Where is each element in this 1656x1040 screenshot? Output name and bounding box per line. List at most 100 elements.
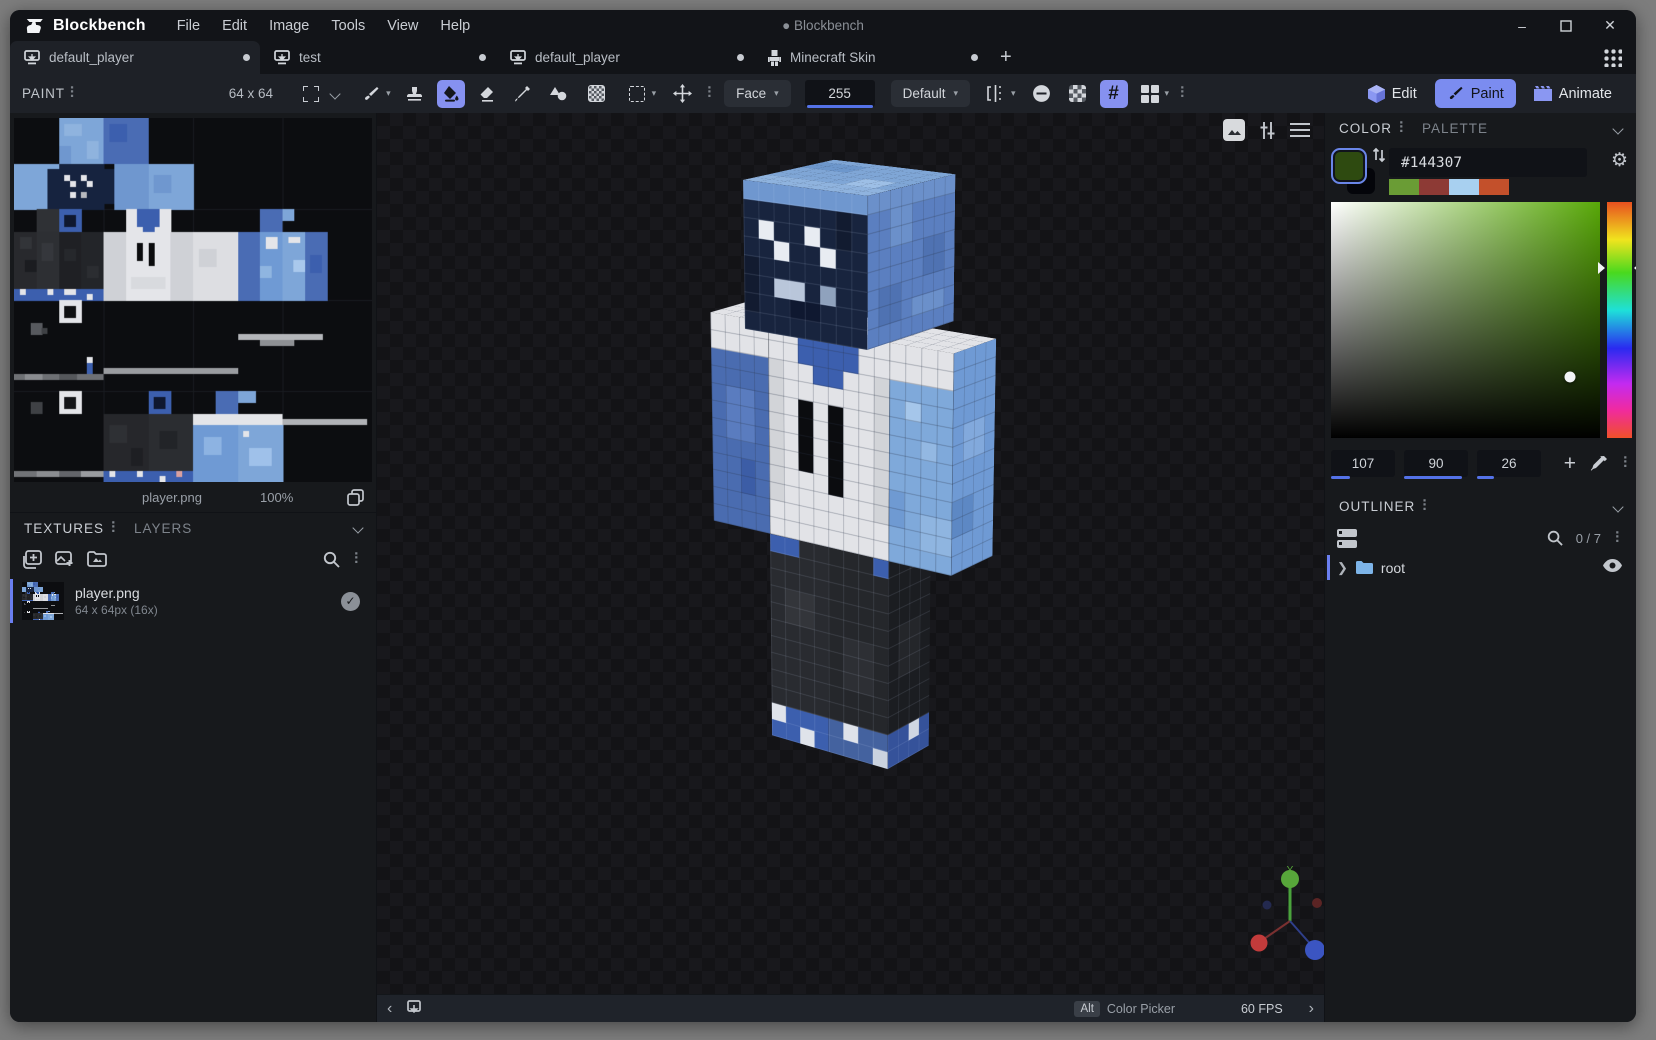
blend-mode-dropdown[interactable]: Default▾ [891, 80, 970, 107]
face-dropdown[interactable]: Face▾ [724, 80, 791, 107]
move-tool[interactable] [668, 80, 696, 108]
fullscreen-icon[interactable] [297, 80, 325, 108]
search-icon[interactable] [323, 551, 340, 568]
hue-input[interactable] [1331, 450, 1395, 477]
opacity-value-field[interactable] [805, 80, 875, 107]
textures-options-icon[interactable] [110, 523, 120, 534]
arm-near-side-face[interactable] [951, 339, 996, 576]
picker-cursor[interactable] [1565, 371, 1576, 382]
pixel-grid-toggle[interactable] [1064, 80, 1092, 108]
project-tab-default_player[interactable]: default_player [10, 41, 260, 74]
create-texture-icon[interactable] [55, 551, 74, 568]
toolbar-overflow-icon[interactable] [1179, 88, 1189, 99]
outliner-title[interactable]: OUTLINER [1339, 499, 1431, 514]
saturation-value-slider[interactable] [1404, 476, 1462, 479]
visibility-eye-icon[interactable] [1603, 559, 1622, 577]
minimize-button[interactable]: – [1502, 13, 1542, 39]
app-grid-icon[interactable] [1603, 48, 1622, 67]
gear-icon[interactable]: ⚙ [1611, 149, 1628, 172]
project-tab-minecraft-skin[interactable]: Minecraft Skin [754, 41, 988, 74]
saturation-input[interactable] [1404, 450, 1468, 477]
unsaved-dot-icon[interactable] [971, 54, 978, 61]
gradient-tool[interactable] [583, 80, 611, 108]
mode-paint-button[interactable]: Paint [1435, 79, 1516, 108]
eraser-tool[interactable] [473, 80, 501, 108]
menu-file[interactable]: File [166, 13, 211, 39]
outliner-more-icon[interactable] [1614, 533, 1624, 544]
head-side-face[interactable] [867, 174, 955, 350]
copy-icon[interactable] [347, 489, 364, 506]
background-image-icon[interactable] [1223, 119, 1245, 141]
texture-preview-canvas[interactable] [14, 118, 372, 482]
head-front-face[interactable] [743, 180, 867, 350]
eyedropper-icon[interactable] [1590, 455, 1608, 473]
tab-layers[interactable]: LAYERS [134, 521, 192, 536]
leg-left-front-face[interactable] [770, 534, 829, 752]
color-picker-tool[interactable] [509, 80, 537, 108]
brush-tool[interactable] [357, 80, 385, 108]
hex-color-field[interactable] [1389, 148, 1587, 177]
reference-image-icon[interactable] [87, 551, 107, 568]
lock-alpha-toggle[interactable] [1028, 80, 1056, 108]
value-value-field[interactable] [1477, 450, 1541, 477]
uv-window-toggle[interactable] [1136, 80, 1164, 108]
panel-collapse-icon[interactable] [352, 522, 363, 533]
menu-edit[interactable]: Edit [211, 13, 258, 39]
stamp-tool[interactable] [401, 80, 429, 108]
swap-colors-icon[interactable] [1371, 146, 1387, 169]
import-texture-icon[interactable] [23, 550, 42, 569]
saturation-value-field[interactable] [1404, 450, 1468, 477]
opacity-slider[interactable] [807, 105, 873, 108]
uv-caret-icon[interactable]: ▾ [1165, 88, 1170, 99]
menu-view[interactable]: View [376, 13, 429, 39]
leg-right-side-face[interactable] [888, 542, 931, 769]
painting-grid-toggle[interactable]: # [1100, 80, 1128, 108]
viewport-3d[interactable]: Y ‹ Alt Color Picker 60 FPS › [377, 113, 1324, 1022]
prev-chevron-icon[interactable]: ‹ [387, 1000, 392, 1018]
menu-tools[interactable]: Tools [320, 13, 376, 39]
color-panel-collapse-icon[interactable] [1612, 123, 1623, 134]
primary-color-swatch[interactable] [1331, 148, 1367, 184]
unsaved-dot-icon[interactable] [737, 54, 744, 61]
unsaved-dot-icon[interactable] [479, 54, 486, 61]
opacity-input[interactable] [805, 80, 875, 107]
palette-swatch-0[interactable] [1389, 179, 1419, 195]
next-chevron-icon[interactable]: › [1309, 1000, 1314, 1018]
outliner-toggles-icon[interactable] [1337, 529, 1357, 548]
hue-value-field[interactable] [1331, 450, 1395, 477]
mode-edit-button[interactable]: Edit [1356, 79, 1429, 108]
root-expand-icon[interactable]: ❯ [1337, 560, 1348, 576]
color-options-icon[interactable] [1398, 123, 1408, 134]
palette-swatch-2[interactable] [1449, 179, 1479, 195]
close-button[interactable]: ✕ [1590, 13, 1630, 39]
viewport-menu-icon[interactable] [1290, 123, 1310, 137]
menu-image[interactable]: Image [258, 13, 320, 39]
hue-value-slider[interactable] [1331, 476, 1350, 479]
tab-color[interactable]: COLOR [1339, 121, 1408, 136]
zoom-chevron-icon[interactable] [329, 88, 340, 99]
palette-swatch-3[interactable] [1479, 179, 1509, 195]
brush-caret-icon[interactable]: ▾ [386, 88, 391, 99]
hex-color-input[interactable] [1389, 148, 1587, 177]
shape-tool[interactable] [545, 80, 573, 108]
project-tab-default_player[interactable]: default_player [496, 41, 754, 74]
outliner-search-icon[interactable] [1547, 530, 1563, 546]
outliner-root-row[interactable]: ❯ root [1325, 554, 1636, 581]
tab-textures[interactable]: TEXTURES [24, 521, 120, 536]
outliner-options-icon[interactable] [1421, 501, 1431, 512]
project-tab-test[interactable]: test [260, 41, 496, 74]
hue-slider[interactable] [1607, 202, 1632, 438]
new-tab-button[interactable]: + [988, 41, 1024, 74]
tab-palette[interactable]: PALETTE [1422, 121, 1488, 136]
outliner-collapse-icon[interactable] [1612, 501, 1623, 512]
add-to-palette-icon[interactable]: + [1564, 454, 1576, 474]
arm-far-front-face[interactable] [710, 312, 770, 534]
menu-help[interactable]: Help [429, 13, 481, 39]
saturation-value-picker[interactable] [1331, 202, 1600, 438]
preview-mode-icon[interactable] [406, 1000, 422, 1017]
texture-list-options-icon[interactable] [353, 554, 363, 565]
value-value-slider[interactable] [1477, 476, 1494, 479]
value-input[interactable] [1477, 450, 1541, 477]
panel-options-icon[interactable] [69, 88, 79, 99]
selection-tool[interactable] [623, 80, 651, 108]
